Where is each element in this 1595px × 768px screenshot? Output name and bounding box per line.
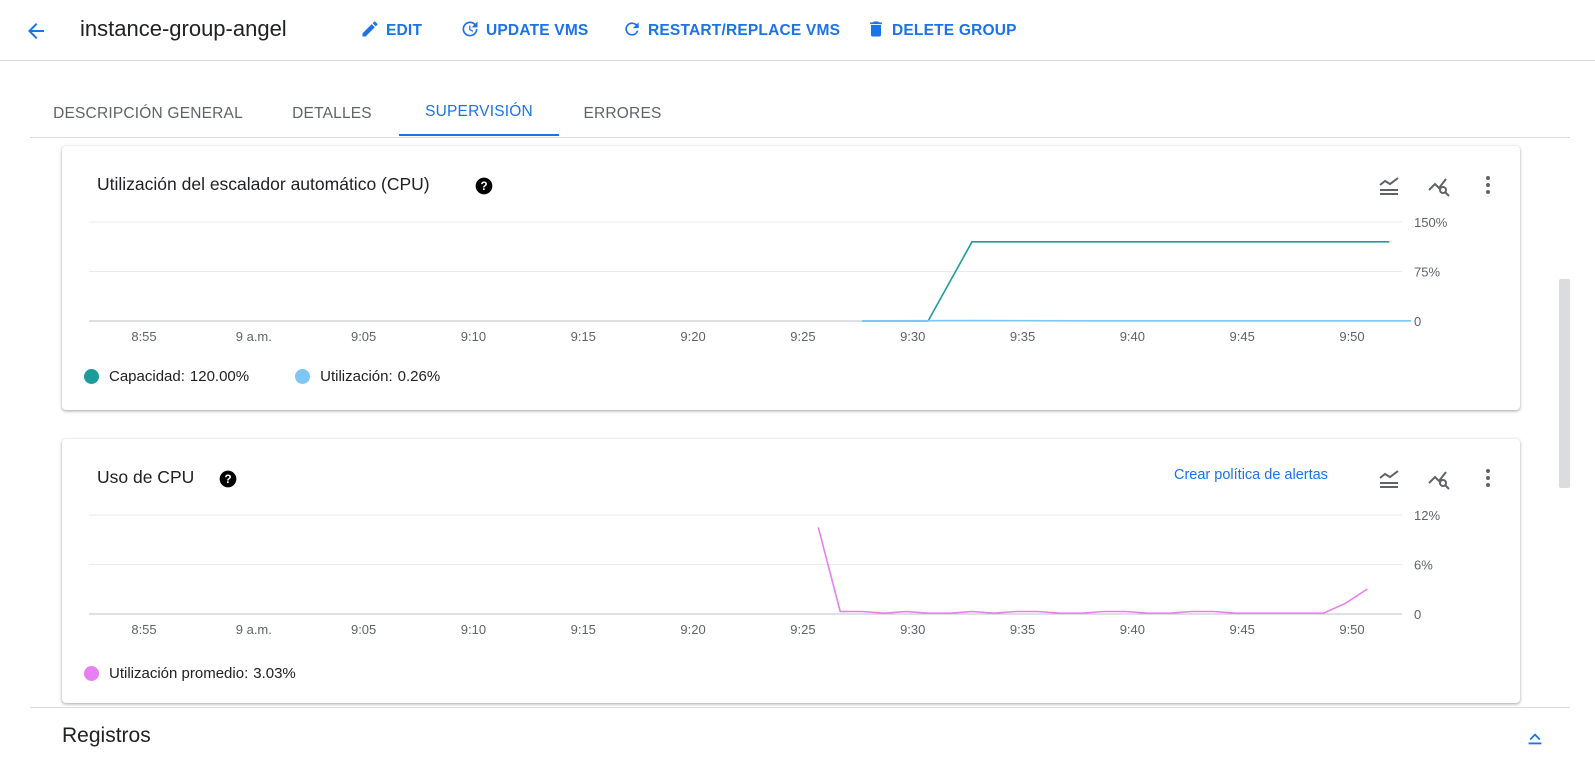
y-tick-label: 6% xyxy=(1414,558,1433,573)
legend-value: 0.26% xyxy=(397,368,441,385)
legend-item-utilizacion-promedio[interactable]: Utilización promedio: 3.03% xyxy=(84,665,296,682)
legend-label: Utilización xyxy=(320,368,389,385)
x-tick-label: 9:35 xyxy=(1010,622,1035,637)
legend-dot xyxy=(295,369,311,384)
y-tick-label: 12% xyxy=(1414,508,1440,523)
x-tick-label: 9:25 xyxy=(790,622,815,637)
tab-bar: DESCRIPCIÓN GENERAL DETALLES SUPERVISIÓN… xyxy=(30,90,1570,138)
y-tick-label: 150% xyxy=(1414,215,1448,230)
x-tick-label: 9:40 xyxy=(1120,329,1145,344)
y-tick-label: 75% xyxy=(1414,265,1440,280)
x-tick-label: 9 a.m. xyxy=(236,622,272,637)
y-tick-label: 0 xyxy=(1414,607,1421,622)
legend-toggle-icon[interactable] xyxy=(1377,466,1401,490)
x-tick-label: 9:50 xyxy=(1339,622,1364,637)
legend-dot xyxy=(84,369,99,384)
explore-chart-icon[interactable] xyxy=(1427,466,1451,490)
x-tick-label: 9:05 xyxy=(351,622,376,637)
section-divider xyxy=(30,707,1570,708)
legend-label: Utilización promedio xyxy=(109,665,245,682)
autoscaler-utilization-card: Utilización del escalador automático (CP… xyxy=(62,146,1520,410)
x-tick-label: 9:10 xyxy=(461,622,486,637)
svg-text:?: ? xyxy=(480,180,487,193)
x-tick-label: 9:40 xyxy=(1120,622,1145,637)
series-line-utilización-promedio xyxy=(817,527,1368,615)
cpu-usage-card: Uso de CPU ? Crear política de alertas 1… xyxy=(62,439,1520,703)
x-tick-label: 9:20 xyxy=(680,329,705,344)
more-vert-icon[interactable] xyxy=(1476,466,1500,490)
x-tick-label: 9:30 xyxy=(900,622,925,637)
x-tick-label: 9:25 xyxy=(790,329,815,344)
update-icon xyxy=(460,19,480,44)
restart-replace-vms-label: RESTART/REPLACE VMS xyxy=(648,22,841,39)
update-vms-label: UPDATE VMS xyxy=(486,22,589,39)
x-tick-label: 9:10 xyxy=(461,329,486,344)
y-tick-label: 0 xyxy=(1414,314,1421,329)
svg-text:?: ? xyxy=(224,473,231,486)
legend-label: Capacidad xyxy=(109,368,181,385)
trash-icon xyxy=(866,19,886,44)
pencil-icon xyxy=(360,19,380,44)
tab-supervision[interactable]: SUPERVISIÓN xyxy=(399,90,559,136)
autoscaler-chart: 150% 75% 0 8:55 9 a.m. 9:05 9:10 9:15 9:20 9:25 9:… xyxy=(89,215,1448,344)
collapse-up-icon[interactable] xyxy=(1522,724,1548,750)
card-title: Uso de CPU xyxy=(97,467,195,487)
scrollbar-thumb[interactable] xyxy=(1559,279,1570,488)
explore-chart-icon[interactable] xyxy=(1427,173,1451,197)
help-icon[interactable]: ? xyxy=(474,176,494,196)
restart-replace-vms-button[interactable]: RESTART/REPLACE VMS xyxy=(622,18,840,44)
x-tick-label: 8:55 xyxy=(131,329,156,344)
x-tick-label: 9:45 xyxy=(1230,622,1255,637)
delete-group-button[interactable]: DELETE GROUP xyxy=(866,18,1017,44)
registros-title: Registros xyxy=(62,724,151,747)
update-vms-button[interactable]: UPDATE VMS xyxy=(460,18,588,44)
edit-button[interactable]: EDIT xyxy=(360,18,422,44)
series-line-capacidad xyxy=(862,240,1390,322)
legend-item-utilizacion[interactable]: Utilización: 0.26% xyxy=(295,368,440,385)
delete-group-label: DELETE GROUP xyxy=(892,22,1017,39)
chart-legend: Utilización promedio: 3.03% xyxy=(84,665,296,682)
refresh-icon xyxy=(622,19,642,44)
x-tick-label: 9:05 xyxy=(351,329,376,344)
x-tick-label: 9:30 xyxy=(900,329,925,344)
x-tick-label: 9:15 xyxy=(571,329,596,344)
card-title: Utilización del escalador automático (CP… xyxy=(97,174,430,194)
x-tick-label: 8:55 xyxy=(131,622,156,637)
legend-toggle-icon[interactable] xyxy=(1377,173,1401,197)
legend-value: 120.00% xyxy=(189,368,250,385)
x-tick-label: 9:15 xyxy=(571,622,596,637)
x-tick-label: 9 a.m. xyxy=(236,329,272,344)
legend-value: 3.03% xyxy=(253,665,296,682)
legend-dot xyxy=(84,666,99,681)
tab-detalles[interactable]: DETALLES xyxy=(266,90,398,137)
more-vert-icon[interactable] xyxy=(1476,173,1500,197)
x-tick-label: 9:50 xyxy=(1339,329,1364,344)
legend-item-capacidad[interactable]: Capacidad: 120.00% xyxy=(84,368,249,385)
chart-legend: Capacidad: 120.00% Utilización: 0.26% xyxy=(84,368,440,385)
page-title: instance-group-angel xyxy=(80,16,287,41)
tab-descripcion-general[interactable]: DESCRIPCIÓN GENERAL xyxy=(30,90,266,137)
x-tick-label: 9:20 xyxy=(680,622,705,637)
edit-label: EDIT xyxy=(386,22,423,39)
x-tick-label: 9:35 xyxy=(1010,329,1035,344)
cpu-usage-chart: 12% 6% 0 8:55 9 a.m. 9:05 9:10 9:15 9:20 9:25 9:30… xyxy=(89,508,1440,637)
back-arrow-icon[interactable] xyxy=(20,15,52,47)
page-header: instance-group-angel EDIT UPDATE VMS RES… xyxy=(0,0,1595,61)
help-icon[interactable]: ? xyxy=(218,469,238,489)
tab-errores[interactable]: ERRORES xyxy=(559,90,686,137)
x-tick-label: 9:45 xyxy=(1230,329,1255,344)
create-alert-policy-link[interactable]: Crear política de alertas xyxy=(1174,467,1328,483)
